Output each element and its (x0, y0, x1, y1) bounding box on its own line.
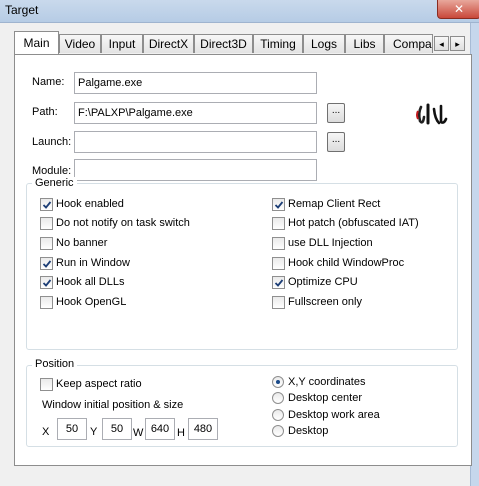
y-label: Y (90, 426, 98, 438)
hook-all-dlls-checkbox[interactable]: Hook all DLLs (40, 276, 240, 290)
w-label: W (133, 427, 144, 439)
h-label: H (177, 427, 185, 439)
generic-group-title: Generic (32, 177, 77, 189)
tab-main[interactable]: Main (14, 31, 59, 54)
y-coordinate-field[interactable]: 50 (102, 418, 132, 440)
hook-enabled-checkbox[interactable]: Hook enabled (40, 198, 240, 212)
no-notify-task-switch-checkbox[interactable]: Do not notify on task switch (40, 217, 240, 231)
radio-xy-coordinates[interactable]: X,Y coordinates (272, 376, 432, 390)
tab-libs[interactable]: Libs (345, 34, 384, 53)
checkbox-checked-icon (272, 198, 285, 211)
hot-patch-checkbox[interactable]: Hot patch (obfuscated IAT) (272, 217, 452, 231)
radio-desktop[interactable]: Desktop (272, 425, 432, 439)
x-label: X (42, 426, 50, 438)
tab-scroll-left-icon[interactable]: ◂ (434, 36, 449, 51)
hook-opengl-checkbox[interactable]: Hook OpenGL (40, 296, 240, 310)
tab-strip: Main Video Input DirectX Direct3D Timing… (0, 31, 470, 55)
optimize-cpu-checkbox[interactable]: Optimize CPU (272, 276, 452, 290)
initial-position-label: Window initial position & size (42, 399, 184, 411)
tab-timing[interactable]: Timing (253, 34, 303, 53)
app-logo-icon (415, 101, 449, 129)
dialog-body: Main Video Input DirectX Direct3D Timing… (0, 23, 472, 486)
no-banner-checkbox[interactable]: No banner (40, 237, 240, 251)
path-label: Path: (32, 106, 58, 118)
tab-compat[interactable]: Compa (384, 34, 433, 53)
radio-desktop-center[interactable]: Desktop center (272, 392, 432, 406)
launch-label: Launch: (32, 136, 72, 148)
launch-field[interactable] (74, 131, 317, 153)
window-title: Target (5, 3, 39, 17)
window-titlebar: Target ✕ (0, 0, 479, 23)
tab-logs[interactable]: Logs (303, 34, 345, 53)
name-label: Name: (32, 76, 65, 88)
main-tab-panel: Name: Palgame.exe Path: F:\PALXP\Palgame… (14, 54, 472, 466)
tab-scroll-right-icon[interactable]: ▸ (450, 36, 465, 51)
name-field[interactable]: Palgame.exe (74, 72, 317, 94)
tab-direct3d[interactable]: Direct3D (194, 34, 253, 53)
module-field[interactable] (74, 159, 317, 181)
module-label: Module: (32, 165, 72, 177)
position-group-title: Position (32, 358, 78, 370)
run-in-window-checkbox[interactable]: Run in Window (40, 257, 240, 271)
radio-desktop-work-area[interactable]: Desktop work area (272, 409, 432, 423)
tab-video[interactable]: Video (59, 34, 101, 53)
width-field[interactable]: 640 (145, 418, 175, 440)
tab-directx[interactable]: DirectX (143, 34, 194, 53)
tab-scroll-arrows: ◂ ▸ (433, 36, 465, 52)
checkbox-checked-icon (272, 276, 285, 289)
hook-child-windowproc-checkbox[interactable]: Hook child WindowProc (272, 257, 452, 271)
launch-browse-button[interactable]: ... (327, 132, 345, 152)
tab-input[interactable]: Input (101, 34, 143, 53)
dll-injection-checkbox[interactable]: use DLL Injection (272, 237, 452, 251)
path-field[interactable]: F:\PALXP\Palgame.exe (74, 102, 317, 124)
keep-aspect-ratio-checkbox[interactable]: Keep aspect ratio (40, 378, 220, 392)
checkbox-checked-icon (40, 198, 53, 211)
checkbox-checked-icon (40, 257, 53, 270)
close-button[interactable]: ✕ (437, 0, 479, 19)
path-browse-button[interactable]: ... (327, 103, 345, 123)
x-coordinate-field[interactable]: 50 (57, 418, 87, 440)
radio-selected-icon (276, 380, 280, 384)
height-field[interactable]: 480 (188, 418, 218, 440)
checkbox-checked-icon (40, 276, 53, 289)
remap-client-rect-checkbox[interactable]: Remap Client Rect (272, 198, 452, 212)
fullscreen-only-checkbox[interactable]: Fullscreen only (272, 296, 452, 310)
